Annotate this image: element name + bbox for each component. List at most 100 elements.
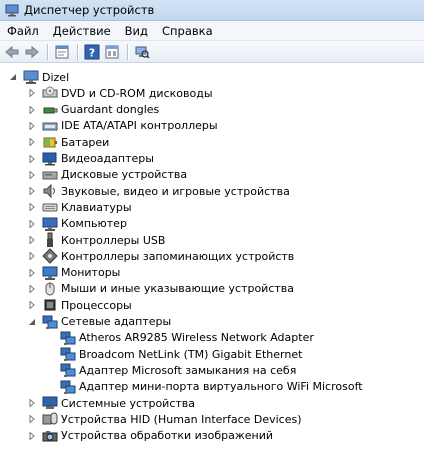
- collapsed-arrow-icon[interactable]: [27, 89, 36, 98]
- ide-controller-icon: [42, 118, 58, 134]
- tree-category[interactable]: Системные устройства: [27, 395, 195, 411]
- category-label: Мониторы: [61, 266, 121, 280]
- collapsed-arrow-icon[interactable]: [27, 431, 36, 440]
- category-label: DVD и CD-ROM дисководы: [61, 86, 213, 100]
- toolbar-separator: [127, 43, 129, 60]
- tree-category[interactable]: Контроллеры USB: [27, 232, 165, 248]
- tree-category[interactable]: IDE ATA/ATAPI контроллеры: [27, 118, 218, 134]
- tree-category[interactable]: Видеоадаптеры: [27, 151, 154, 167]
- tree-device[interactable]: Broadcom NetLink (TM) Gigabit Ethernet: [60, 346, 302, 362]
- monitor-icon: [42, 265, 58, 281]
- usb-icon: [42, 232, 58, 248]
- tree-root[interactable]: Dizel: [8, 69, 69, 85]
- collapsed-arrow-icon[interactable]: [27, 154, 36, 163]
- collapsed-arrow-icon[interactable]: [27, 399, 36, 408]
- category-label: Дисковые устройства: [61, 168, 188, 182]
- device-label: Atheros AR9285 Wireless Network Adapter: [79, 331, 314, 345]
- storage-controller-icon: [42, 248, 58, 265]
- computer-root-icon: [23, 69, 39, 85]
- tree-category[interactable]: Процессоры: [27, 297, 132, 313]
- window-title: Диспетчер устройств: [24, 3, 155, 17]
- tree-device[interactable]: Адаптер мини-порта виртуального WiFi Mic…: [60, 379, 363, 395]
- category-label: Контроллеры запоминающих устройств: [61, 249, 295, 263]
- collapsed-arrow-icon[interactable]: [27, 203, 36, 212]
- category-label: Мыши и иные указывающие устройства: [61, 282, 295, 296]
- collapsed-arrow-icon[interactable]: [27, 268, 36, 277]
- tree-category[interactable]: DVD и CD-ROM дисководы: [27, 85, 213, 101]
- disk-drive-icon: [42, 167, 58, 183]
- imaging-device-icon: [42, 428, 58, 444]
- menu-bar: Файл Действие Вид Справка: [0, 21, 424, 41]
- category-label: Контроллеры USB: [61, 233, 166, 247]
- category-label: Батареи: [61, 135, 110, 149]
- network-adapter-icon: [60, 379, 76, 395]
- network-adapter-icon: [42, 314, 58, 330]
- tree-category[interactable]: Сетевые адаптеры: [27, 314, 171, 330]
- category-label: Сетевые адаптеры: [61, 315, 172, 328]
- tree-category[interactable]: Клавиатуры: [27, 199, 132, 215]
- collapsed-arrow-icon[interactable]: [27, 105, 36, 114]
- processor-icon: [42, 297, 58, 313]
- forward-arrow-icon[interactable]: [23, 43, 41, 61]
- tree-category[interactable]: Батареи: [27, 134, 109, 150]
- category-label: Процессоры: [61, 298, 132, 312]
- category-label: Guardant dongles: [61, 103, 160, 117]
- device-label: Адаптер Microsoft замыкания на себя: [79, 363, 297, 377]
- collapsed-arrow-icon[interactable]: [27, 187, 36, 196]
- back-arrow-icon[interactable]: [3, 43, 21, 61]
- tree-category[interactable]: Guardant dongles: [27, 102, 159, 118]
- network-adapter-icon: [60, 362, 76, 378]
- category-label: Звуковые, видео и игровые устройства: [61, 184, 290, 198]
- tree-category[interactable]: Контроллеры запоминающих устройств: [27, 248, 295, 265]
- tree-category[interactable]: Мониторы: [27, 265, 120, 281]
- hid-icon: [42, 411, 58, 427]
- help-icon[interactable]: ?: [83, 43, 101, 61]
- collapsed-arrow-icon[interactable]: [27, 219, 36, 228]
- dongle-icon: [42, 102, 58, 118]
- category-label: Клавиатуры: [61, 200, 132, 214]
- tree-root-label: Dizel: [42, 70, 70, 84]
- menu-view[interactable]: Вид: [118, 24, 155, 38]
- display-adapter-icon: [42, 151, 58, 167]
- collapsed-arrow-icon[interactable]: [27, 252, 36, 261]
- collapsed-arrow-icon[interactable]: [27, 138, 36, 147]
- tree-category[interactable]: Компьютер: [27, 216, 127, 232]
- menu-file[interactable]: Файл: [0, 24, 46, 38]
- computer-icon: [42, 216, 58, 232]
- collapsed-arrow-icon[interactable]: [27, 284, 36, 293]
- properties-icon[interactable]: [53, 43, 71, 61]
- tree-device[interactable]: Atheros AR9285 Wireless Network Adapter: [60, 330, 314, 346]
- tree-category[interactable]: Устройства обработки изображений: [27, 428, 273, 444]
- collapsed-arrow-icon[interactable]: [27, 236, 36, 245]
- collapsed-arrow-icon[interactable]: [27, 121, 36, 130]
- sound-icon: [42, 183, 58, 199]
- tree-category[interactable]: Устройства HID (Human Interface Devices): [27, 411, 302, 427]
- network-adapter-icon: [60, 346, 76, 362]
- tree-category[interactable]: Звуковые, видео и игровые устройства: [27, 183, 290, 199]
- menu-help[interactable]: Справка: [155, 24, 220, 38]
- toolbar: ?: [0, 41, 424, 63]
- category-label: Устройства HID (Human Interface Devices): [61, 412, 302, 426]
- collapsed-arrow-icon[interactable]: [27, 170, 36, 179]
- category-label: Видеоадаптеры: [61, 152, 154, 165]
- toolbar-separator: [77, 43, 79, 60]
- tree-category[interactable]: Дисковые устройства: [27, 167, 187, 183]
- keyboard-icon: [42, 199, 58, 215]
- scan-hardware-icon[interactable]: [133, 43, 151, 61]
- dvd-drive-icon: [42, 85, 58, 101]
- device-manager-icon: [5, 3, 19, 17]
- collapsed-arrow-icon[interactable]: [27, 301, 36, 310]
- svg-text:?: ?: [89, 46, 95, 59]
- category-label: Компьютер: [61, 217, 127, 231]
- battery-icon: [42, 134, 58, 150]
- tree-category[interactable]: Мыши и иные указывающие устройства: [27, 281, 294, 297]
- collapsed-arrow-icon[interactable]: [27, 415, 36, 424]
- expanded-arrow-icon[interactable]: [8, 73, 17, 82]
- category-label: IDE ATA/ATAPI контроллеры: [61, 119, 218, 133]
- menu-action[interactable]: Действие: [46, 24, 118, 38]
- tree-device[interactable]: Адаптер Microsoft замыкания на себя: [60, 362, 296, 378]
- device-label: Адаптер мини-порта виртуального WiFi Mic…: [79, 380, 363, 394]
- view-icon[interactable]: [103, 43, 121, 61]
- expanded-arrow-icon[interactable]: [27, 317, 36, 326]
- device-tree: Dizel DVD и CD-ROM дисководы Guardant dong…: [0, 64, 424, 461]
